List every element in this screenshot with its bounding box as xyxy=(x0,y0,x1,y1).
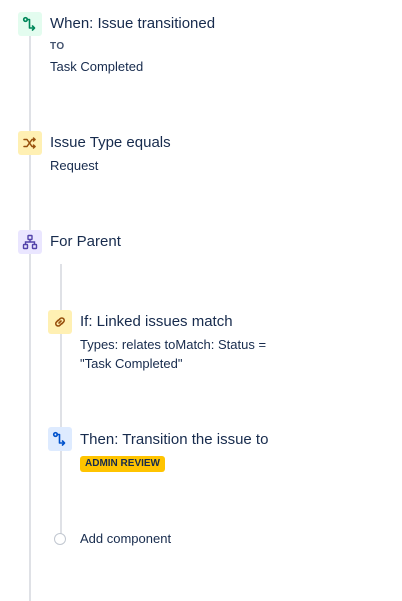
branch-title: For Parent xyxy=(50,233,121,250)
condition-title: Issue Type equals xyxy=(50,134,171,151)
if-condition-detail-2: "Task Completed" xyxy=(80,356,183,371)
status-badge: ADMIN REVIEW xyxy=(80,456,165,472)
shuffle-icon xyxy=(18,131,42,155)
add-component-dot-icon xyxy=(54,533,66,545)
if-condition-title: If: Linked issues match xyxy=(80,313,233,330)
transition-action[interactable]: Then: Transition the issue to ADMIN REVI… xyxy=(0,420,402,480)
trigger-to-value: Task Completed xyxy=(50,59,144,74)
add-component-label: Add component xyxy=(80,531,172,546)
hierarchy-icon xyxy=(18,230,42,254)
transition-icon xyxy=(48,427,72,451)
condition-value: Request xyxy=(50,158,99,173)
issue-type-condition[interactable]: Issue Type equals Request xyxy=(0,125,402,185)
linked-issues-condition[interactable]: If: Linked issues match Types: relates t… xyxy=(0,305,402,380)
action-title: Then: Transition the issue to xyxy=(80,431,269,448)
add-component-button[interactable]: Add component xyxy=(0,525,402,553)
branch-for-parent[interactable]: For Parent xyxy=(0,224,402,260)
trigger-icon xyxy=(18,12,42,36)
trigger-component[interactable]: When: Issue transitioned TO Task Complet… xyxy=(0,0,402,90)
if-condition-detail-1: Types: relates toMatch: Status = xyxy=(80,337,267,352)
trigger-to-label: TO xyxy=(50,41,65,52)
link-icon xyxy=(48,310,72,334)
trigger-title: When: Issue transitioned xyxy=(50,15,216,32)
